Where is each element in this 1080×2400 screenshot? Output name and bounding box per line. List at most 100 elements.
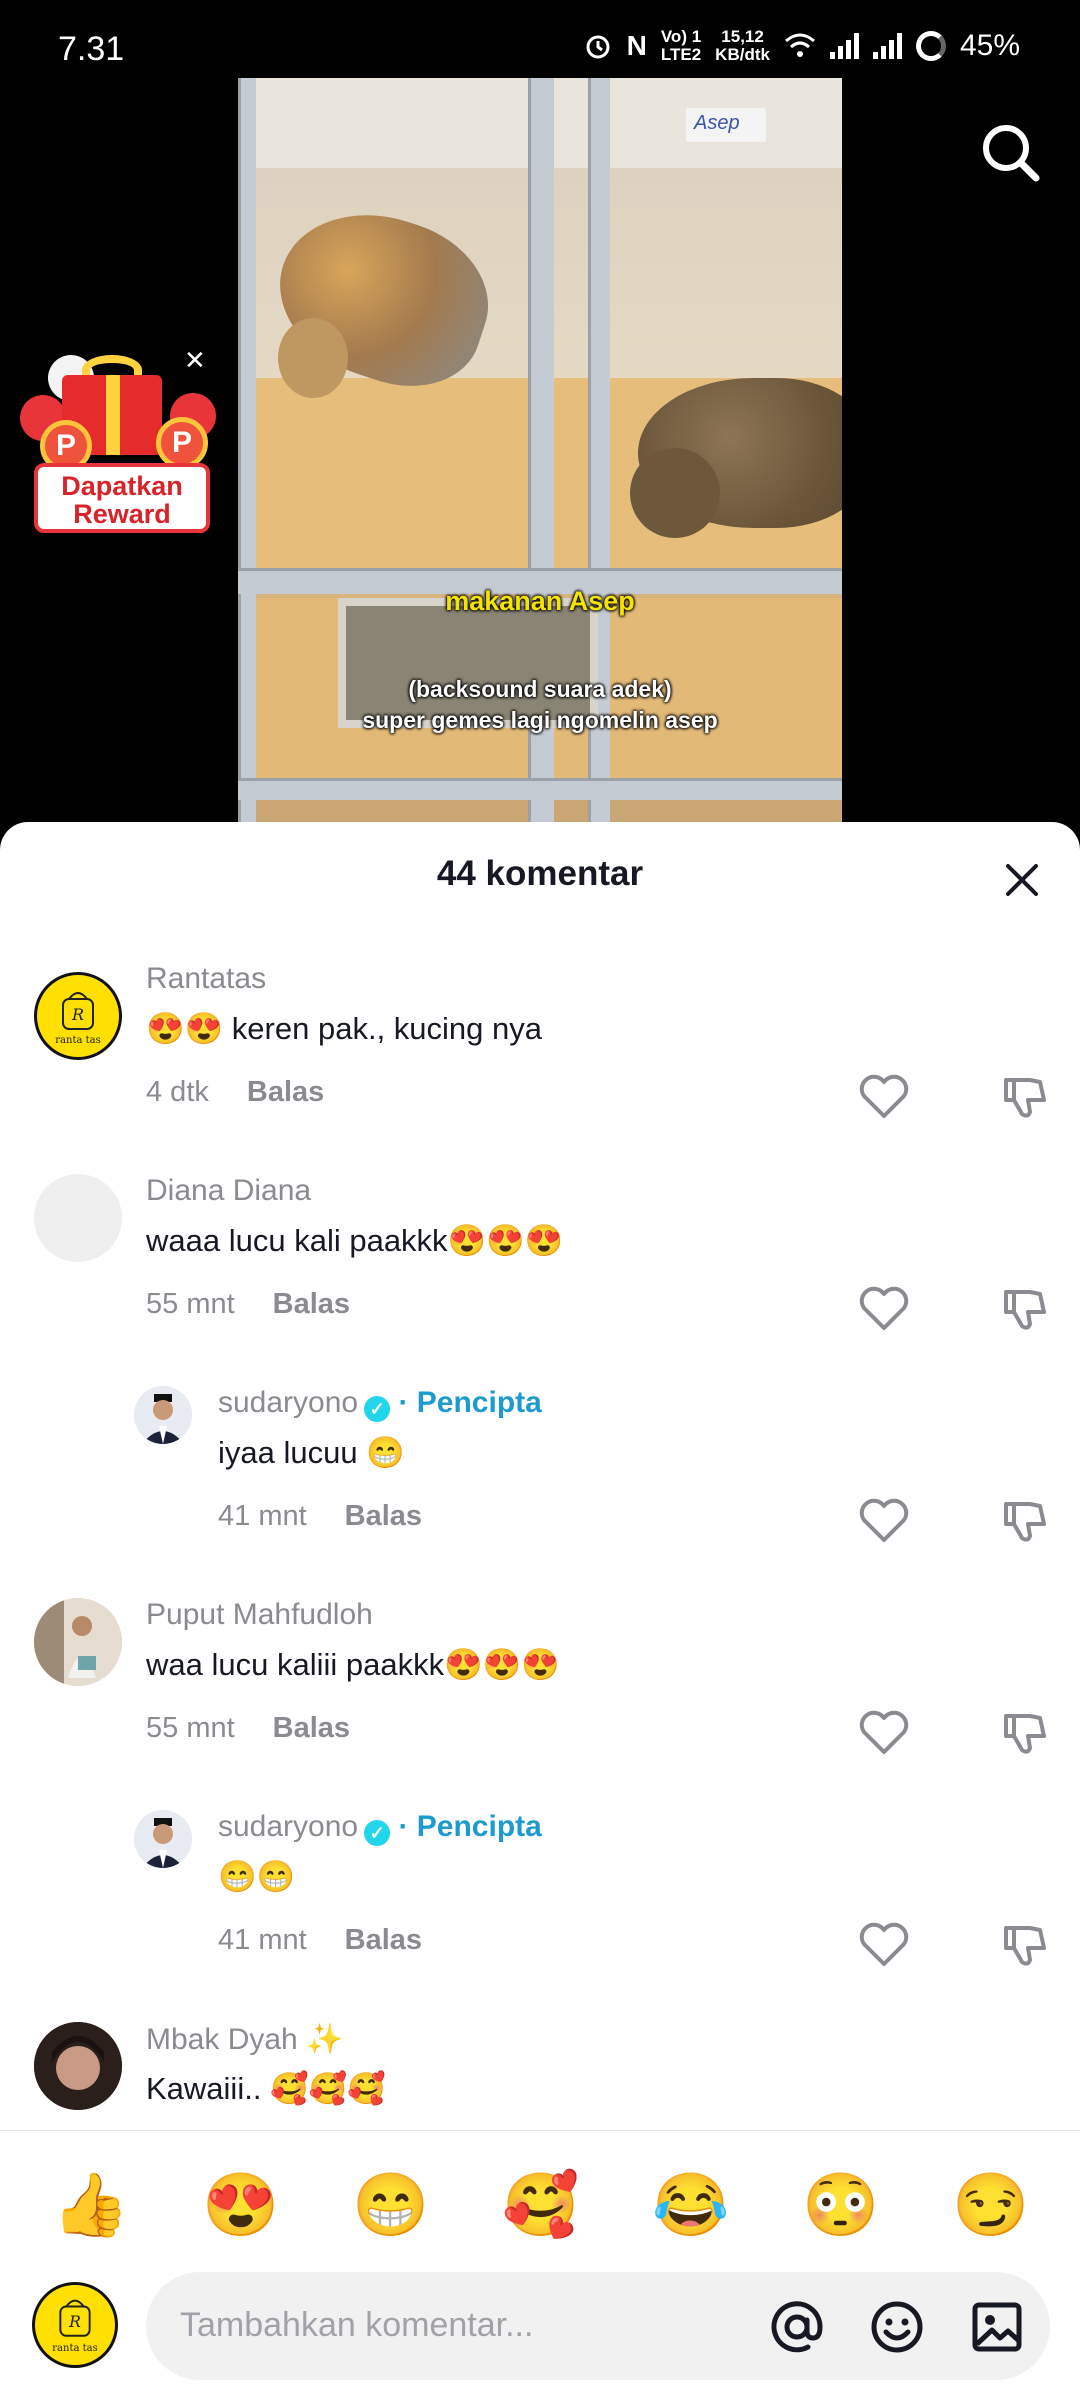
avatar-caption: ranta tas [55, 1035, 101, 1046]
comment-meta: 4 dtk Balas [146, 1076, 324, 1109]
verified-icon: ✓ [364, 1820, 391, 1846]
emoji-flushed[interactable]: 😳 [802, 2169, 879, 2243]
heart-icon[interactable] [858, 1284, 910, 1332]
heart-icon[interactable] [858, 1708, 910, 1756]
comment-username[interactable]: sudaryono ✓ · Pencipta [218, 1386, 542, 1422]
wifi-icon [784, 33, 815, 57]
comment-item: Diana Diana waaa lucu kali paakkk😍😍😍 55 … [0, 1144, 1080, 1356]
thumbs-down-icon[interactable] [1000, 1072, 1048, 1120]
video-player[interactable]: Asep makanan Asep (backsound suara adek)… [238, 78, 842, 823]
thumbs-down-icon[interactable] [1000, 1920, 1048, 1968]
video-scene [238, 778, 842, 800]
comment-text: iyaa lucuu 😁 [218, 1435, 405, 1470]
heart-icon[interactable] [858, 1496, 910, 1544]
reward-widget[interactable]: ✕ P P Dapatkan Reward [20, 345, 216, 535]
comment-count-title: 44 komentar [436, 854, 644, 893]
reply-button[interactable]: Balas [247, 1076, 324, 1108]
heart-icon[interactable] [858, 1920, 910, 1968]
comment-item: Puput Mahfudloh waa lucu kaliii paakkk😍😍… [0, 1568, 1080, 1780]
avatar[interactable] [134, 1810, 192, 1868]
video-scene [630, 448, 720, 538]
comment-item: R ranta tas Rantatas 😍😍 keren pak., kuci… [0, 932, 1080, 1144]
search-icon[interactable] [976, 118, 1046, 188]
comment-text: 😁😁 [218, 1859, 296, 1894]
comment-input[interactable]: Tambahkan komentar... [146, 2272, 1050, 2380]
at-icon[interactable] [768, 2298, 826, 2356]
avatar-caption: ranta tas [52, 2343, 98, 2354]
reply-button[interactable]: Balas [273, 1712, 350, 1744]
comment-username[interactable]: Diana Diana [146, 1174, 311, 1208]
comment-item: Mbak Dyah ✨ Kawaiii.. 🥰🥰🥰 [0, 1992, 1080, 2132]
comment-text: 😍😍 keren pak., kucing nya [146, 1011, 542, 1046]
svg-text:R: R [71, 1005, 84, 1024]
comment-time: 55 mnt [146, 1712, 235, 1744]
comment-meta: 41 mnt Balas [218, 1924, 422, 1957]
reply-item: sudaryono ✓ · Pencipta 😁😁 41 mnt Balas [0, 1780, 1080, 1992]
nfc-icon: N [626, 30, 647, 61]
video-subcaption: (backsound suara adek) super gemes lagi n… [362, 676, 718, 733]
heart-icon[interactable] [858, 1072, 910, 1120]
emoji-smiling-hearts[interactable]: 🥰 [502, 2169, 579, 2243]
close-icon[interactable]: ✕ [184, 345, 206, 376]
network-type: Vo) 1 LTE2 [660, 27, 702, 64]
comment-username[interactable]: Puput Mahfudloh [146, 1598, 373, 1632]
comment-username[interactable]: Rantatas [146, 962, 266, 996]
creator-badge: · Pencipta [398, 1810, 542, 1843]
comment-text: Kawaiii.. 🥰🥰🥰 [146, 2071, 386, 2106]
avatar[interactable] [134, 1386, 192, 1444]
signal-icon-2 [872, 33, 902, 59]
smiley-icon[interactable] [868, 2298, 926, 2356]
avatar[interactable] [34, 1598, 122, 1686]
comment-input-placeholder: Tambahkan komentar... [180, 2306, 534, 2344]
emoji-smirk[interactable]: 😏 [952, 2169, 1029, 2243]
my-avatar[interactable]: R ranta tas [32, 2282, 118, 2368]
sheet-header: 44 komentar [0, 822, 1080, 932]
thumbs-down-icon[interactable] [1000, 1708, 1048, 1756]
close-icon[interactable] [1002, 860, 1042, 900]
network-speed: 15,12 KB/dtk [715, 27, 770, 64]
avatar[interactable]: R ranta tas [34, 972, 122, 1060]
thumbs-down-icon[interactable] [1000, 1284, 1048, 1332]
video-name-tag: Asep [686, 108, 766, 142]
reply-item: sudaryono ✓ · Pencipta iyaa lucuu 😁 41 mn… [0, 1356, 1080, 1568]
comment-time: 41 mnt [218, 1500, 307, 1532]
emoji-thumbs-up[interactable]: 👍 [52, 2169, 129, 2243]
alarm-icon [586, 35, 610, 59]
verified-icon: ✓ [364, 1396, 391, 1422]
comment-list[interactable]: R ranta tas Rantatas 😍😍 keren pak., kuci… [0, 932, 1080, 2132]
comment-time: 55 mnt [146, 1288, 235, 1320]
comment-meta: 55 mnt Balas [146, 1288, 350, 1321]
comment-time: 41 mnt [218, 1924, 307, 1956]
reply-button[interactable]: Balas [345, 1924, 422, 1956]
thumbs-down-icon[interactable] [1000, 1496, 1048, 1544]
emoji-quick-bar: 👍 😍 😁 🥰 😂 😳 😏 [0, 2130, 1080, 2270]
comment-username[interactable]: Mbak Dyah ✨ [146, 2022, 343, 2057]
avatar[interactable] [34, 2022, 122, 2110]
image-icon[interactable] [968, 2298, 1026, 2356]
gift-icon [106, 375, 120, 455]
svg-text:R: R [68, 2313, 81, 2331]
comment-input-row: R ranta tas Tambahkan komentar... [0, 2270, 1080, 2400]
comment-time: 4 dtk [146, 1076, 209, 1108]
comment-text: waa lucu kaliii paakkk😍😍😍 [146, 1647, 560, 1682]
signal-icon-1 [829, 33, 859, 59]
battery-icon [915, 31, 946, 61]
video-caption: makanan Asep [445, 586, 635, 616]
comment-text: waaa lucu kali paakkk😍😍😍 [146, 1223, 564, 1258]
person-avatar-icon [134, 1810, 192, 1868]
comment-meta: 41 mnt Balas [218, 1500, 422, 1533]
video-scene [278, 318, 348, 398]
comment-username[interactable]: sudaryono ✓ · Pencipta [218, 1810, 542, 1846]
emoji-grin[interactable]: 😁 [352, 2169, 429, 2243]
creator-badge: · Pencipta [398, 1386, 542, 1419]
battery-percent: 45% [959, 29, 1020, 62]
coin-icon: P [156, 417, 208, 469]
avatar[interactable] [34, 1174, 122, 1262]
person-avatar-icon [34, 2022, 122, 2110]
reply-button[interactable]: Balas [345, 1500, 422, 1532]
emoji-heart-eyes[interactable]: 😍 [202, 2169, 279, 2243]
reply-button[interactable]: Balas [273, 1288, 350, 1320]
status-icons: N Vo) 1 LTE2 15,12 KB/dtk 45% [583, 28, 1020, 64]
status-time: 7.31 [58, 30, 125, 68]
emoji-joy[interactable]: 😂 [652, 2169, 729, 2243]
